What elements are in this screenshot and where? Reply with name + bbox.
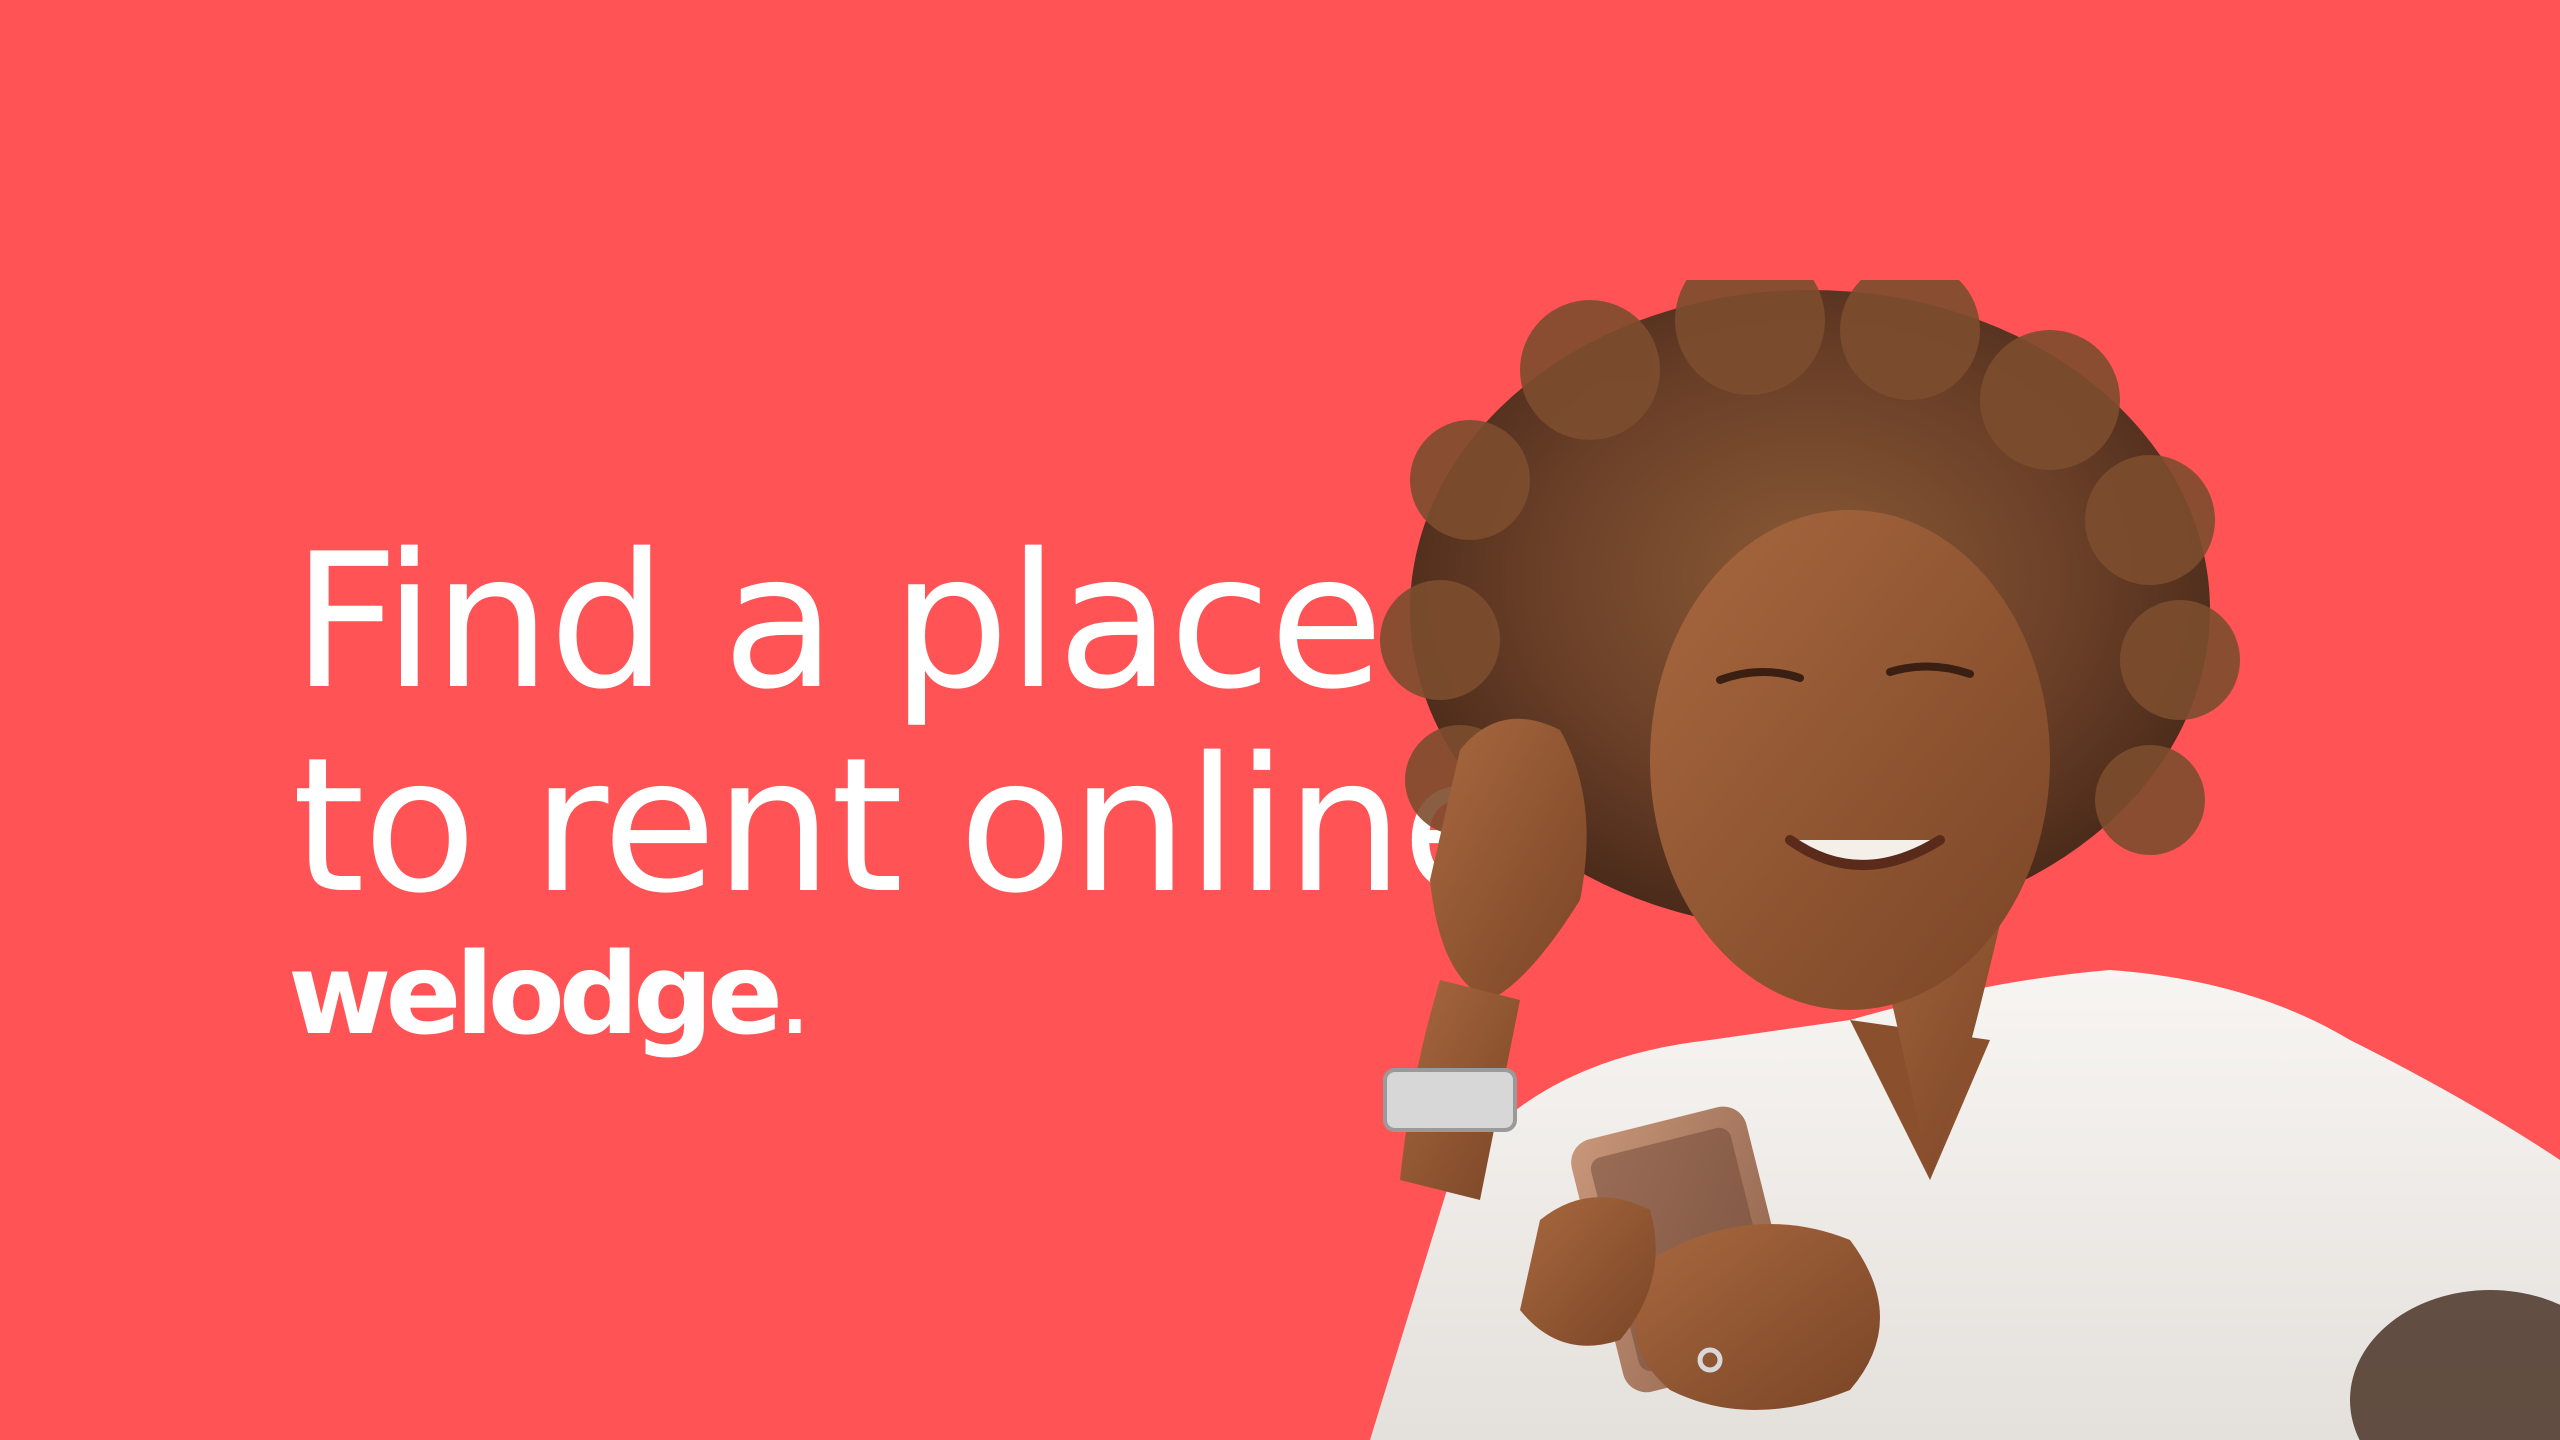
right-hand — [1634, 1224, 1880, 1410]
face — [1650, 510, 2050, 1010]
brand-logo: welodge. — [288, 930, 813, 1060]
brand-logo-dot: . — [777, 930, 813, 1060]
wristwatch — [1383, 1068, 1517, 1132]
woman-with-phone-photo — [1290, 280, 2560, 1440]
hero-banner: Find a place to rent online welodge. — [0, 0, 2560, 1440]
photo-illustration — [1370, 280, 2560, 1440]
brand-logo-wordmark: welodge — [288, 930, 783, 1060]
